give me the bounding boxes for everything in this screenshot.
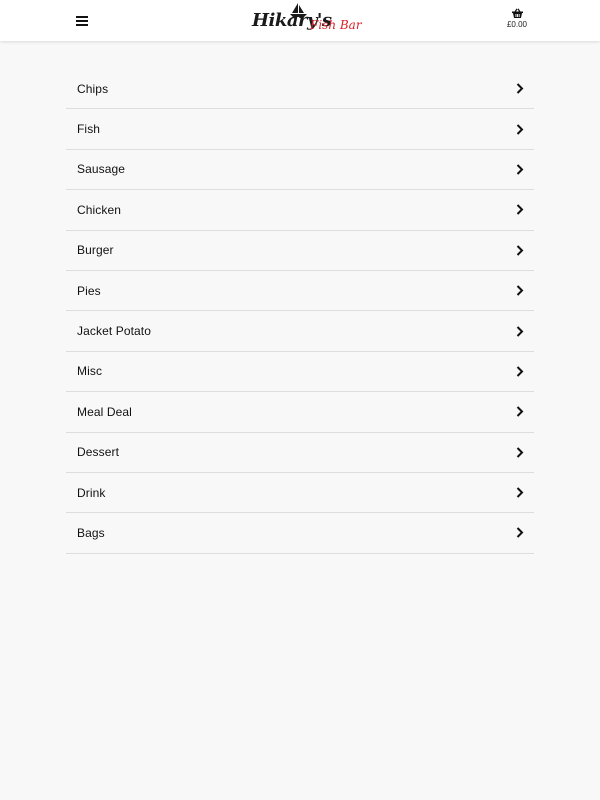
chevron-right-icon [516,406,524,418]
category-item-drink[interactable]: Drink [66,473,534,514]
category-item-chicken[interactable]: Chicken [66,190,534,231]
chevron-right-icon [516,164,524,175]
chevron-right-icon [516,204,524,216]
chevron-right-icon [516,527,524,539]
chevron-right-icon [516,487,524,498]
category-label: Chips [77,81,109,96]
chevron-right-icon [516,245,524,256]
chevron-right-icon [516,123,524,135]
chevron-right-icon [516,366,524,377]
chevron-right-icon [516,83,524,94]
category-label: Jacket Potato [77,324,152,339]
brand-logo[interactable]: Hikary's Fish Bar [248,3,362,37]
category-item-jacket-potato[interactable]: Jacket Potato [66,311,534,352]
menu-button[interactable] [71,11,93,31]
category-item-dessert[interactable]: Dessert [66,433,534,473]
cart-total: £0.00 [506,20,528,29]
basket-icon [511,8,523,18]
category-item-sausage[interactable]: Sausage [66,150,534,191]
chevron-right-icon [516,446,524,458]
logo-tagline: Fish Bar [310,18,362,32]
category-label: Sausage [77,162,126,177]
category-label: Chicken [77,202,122,217]
category-item-burger[interactable]: Burger [66,231,534,271]
cart-button[interactable]: £0.00 [500,8,534,34]
category-item-misc[interactable]: Misc [66,352,534,393]
category-item-meal-deal[interactable]: Meal Deal [66,392,534,433]
category-label: Burger [77,243,114,258]
category-label: Bags [77,525,105,540]
chevron-right-icon [516,325,524,337]
category-label: Pies [77,283,101,298]
category-label: Meal Deal [77,404,132,419]
category-item-bags[interactable]: Bags [66,513,534,554]
hamburger-menu-icon [76,16,88,26]
top-bar: Hikary's Fish Bar £0.00 [0,0,600,41]
category-label: Dessert [77,445,120,460]
category-item-chips[interactable]: Chips [66,69,534,110]
category-item-pies[interactable]: Pies [66,271,534,312]
category-list: Chips Fish Sausage Chicken Burger Pies J… [66,69,534,554]
category-label: Drink [77,485,106,500]
category-label: Misc [77,364,103,379]
category-label: Fish [77,122,101,137]
category-item-fish[interactable]: Fish [66,109,534,150]
chevron-right-icon [516,285,524,296]
